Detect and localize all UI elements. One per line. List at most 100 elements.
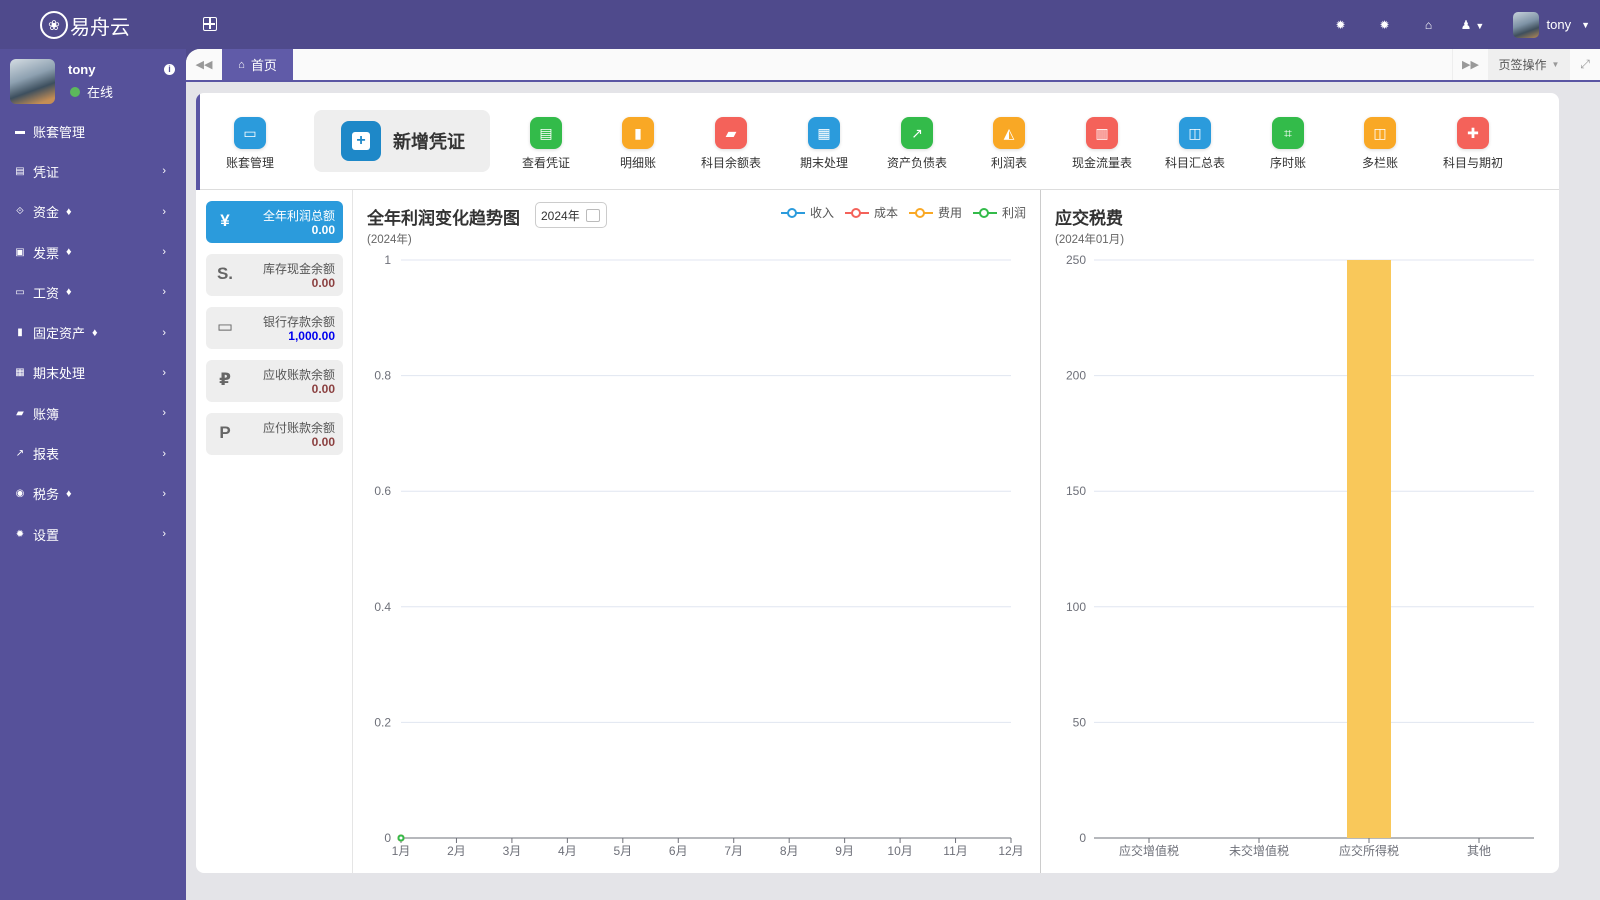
accent-bar — [196, 93, 200, 190]
y-tick-label: 0 — [384, 831, 391, 845]
x-tick-label: 1月 — [392, 844, 411, 858]
chevron-right-icon: › — [162, 407, 166, 420]
info-icon[interactable]: i — [164, 64, 175, 75]
x-tick-label: 应交增值税 — [1119, 843, 1179, 858]
user-name: tony — [68, 62, 96, 77]
area-chart-icon: ◭ — [993, 117, 1025, 149]
x-tick-label: 6月 — [669, 844, 688, 858]
logo[interactable]: ❀ 易舟云 — [40, 10, 130, 40]
columns-icon: ◫ — [1179, 117, 1211, 149]
sidebar-item[interactable]: ▤ 凭证 › — [0, 151, 186, 191]
quick-action[interactable]: ▮ 明细账 — [592, 117, 684, 171]
gem-icon: ♦ — [66, 246, 72, 259]
toggle-layout-icon[interactable] — [203, 17, 217, 31]
bug-icon[interactable]: ✹ — [1319, 18, 1363, 32]
y-tick-label: 0.8 — [374, 369, 391, 383]
quick-action[interactable]: ▤ 查看凭证 — [500, 117, 592, 171]
plus-icon: + — [341, 121, 381, 161]
sidebar-item-label: 凭证 — [33, 164, 60, 180]
sidebar-item[interactable]: ▣ 发票 ♦ › — [0, 232, 186, 272]
chevron-right-icon: › — [162, 205, 166, 218]
bookmark-icon: ▮ — [622, 117, 654, 149]
credit-card-icon: ▭ — [15, 286, 25, 298]
quick-action[interactable]: ⌗ 序时账 — [1242, 117, 1334, 171]
legend-item[interactable]: 费用 — [909, 204, 962, 221]
sidebar-item[interactable]: ⟐ 资金 ♦ › — [0, 192, 186, 232]
stat-card[interactable]: ¥ 全年利润总额 0.00 — [206, 201, 343, 243]
profit-chart-title: 全年利润变化趋势图 — [367, 209, 520, 228]
tab-home[interactable]: ⌂ 首页 — [222, 49, 293, 80]
sidebar-item[interactable]: ◉ 税务 ♦ › — [0, 474, 186, 514]
tax-bar-chart: 0 50 100 150 200 250 应交增值税 未交增值税 应交所得税 其他 — [1066, 253, 1534, 858]
chevron-right-icon: › — [162, 487, 166, 500]
y-tick-label: 200 — [1066, 369, 1086, 383]
tab-operations-dropdown[interactable]: 页签操作 ▼ — [1488, 49, 1570, 80]
sidebar-item[interactable]: ↗ 报表 › — [0, 433, 186, 473]
user-status: 在线 — [70, 82, 113, 101]
ruble-icon: ₽ — [219, 370, 231, 389]
logo-icon: ❀ — [40, 11, 68, 39]
columns-icon: ◫ — [1364, 117, 1396, 149]
bar-chart-icon: ▥ — [1086, 117, 1118, 149]
quick-action[interactable]: ▰ 科目余额表 — [685, 117, 777, 171]
sidebar-item[interactable]: ✹ 设置 › — [0, 514, 186, 554]
sidebar-item[interactable]: ▰ 账簿 › — [0, 393, 186, 433]
stat-card[interactable]: S. 库存现金余额 0.00 — [206, 254, 343, 296]
puzzle-icon: ✚ — [1457, 117, 1489, 149]
quick-action[interactable]: ✚ 科目与期初 — [1427, 117, 1519, 171]
quick-actions-bar: + 新增凭证 ▭ 账套管理 ▤ 查看凭证 ▮ 明细账 ▰ 科目余额表 ▦ 期末处理 ↗ 资产负债表 ◭ 利… — [196, 93, 1559, 190]
fullscreen-icon[interactable]: ⤢ — [1570, 49, 1600, 80]
user-menu[interactable]: tony ▼ — [1512, 11, 1590, 38]
year-picker[interactable]: 2024年 — [535, 202, 607, 228]
avatar — [1512, 11, 1539, 38]
sidebar-item-label: 资金 — [33, 205, 60, 221]
main-content: ◀◀ ⌂ 首页 ▶▶ 页签操作 ▼ ⤢ + 新增凭证 ▭ 账套管理 ▤ 查看凭证 ▮ 明细账 ▰… — [186, 49, 1600, 900]
chart-legend: 收入 成本 费用 利润 — [781, 204, 1037, 221]
yen-icon: ¥ — [220, 211, 230, 230]
home-icon[interactable]: ⌂ — [1407, 18, 1451, 32]
y-tick-label: 0.2 — [374, 715, 391, 729]
archive-icon: ▬ — [15, 125, 25, 137]
link-icon: ⟐ — [16, 206, 24, 218]
stat-card[interactable]: ₽ 应收账款余额 0.00 — [206, 360, 343, 402]
new-voucher-button[interactable]: + 新增凭证 — [314, 110, 490, 172]
sidebar-item[interactable]: ▦ 期末处理 › — [0, 353, 186, 393]
user-menu-icon[interactable]: ♟ ▼ — [1451, 18, 1495, 32]
bug-icon[interactable]: ✹ — [1363, 18, 1407, 32]
newspaper-icon: ▤ — [530, 117, 562, 149]
stats-list: ¥ 全年利润总额 0.00 S. 库存现金余额 0.00 ▭ 银行存款余额 1,000.00 ₽ 应… — [206, 201, 343, 466]
y-tick-label: 50 — [1073, 715, 1087, 729]
stat-card[interactable]: ▭ 银行存款余额 1,000.00 — [206, 307, 343, 349]
bar-应交所得税 — [1347, 260, 1391, 838]
quick-action[interactable]: ↗ 资产负债表 — [871, 117, 963, 171]
tax-chart-title: 应交税费 — [1055, 209, 1123, 228]
legend-item[interactable]: 利润 — [973, 204, 1026, 221]
chevron-right-icon: › — [162, 528, 166, 541]
profit-line-chart: 00.20.40.60.811月 2月 3月 4月 5月 6月 7月 8月 9月 10月 11月 12… — [374, 253, 1023, 858]
x-tick-label: 11月 — [943, 844, 967, 858]
quick-action[interactable]: ▭ 账套管理 — [204, 117, 296, 171]
legend-marker — [909, 207, 934, 218]
legend-item[interactable]: 收入 — [781, 204, 834, 221]
avatar — [10, 59, 55, 104]
quick-action[interactable]: ◭ 利润表 — [963, 117, 1055, 171]
quick-action[interactable]: ▥ 现金流量表 — [1056, 117, 1148, 171]
tab-scroll-left-button[interactable]: ◀◀ — [186, 49, 222, 80]
sidebar-item[interactable]: ▮ 固定资产 ♦ › — [0, 312, 186, 352]
line-chart-icon: ↗ — [901, 117, 933, 149]
calendar-icon — [585, 208, 600, 222]
quick-action[interactable]: ▦ 期末处理 — [778, 117, 870, 171]
quick-action[interactable]: ◫ 多栏账 — [1334, 117, 1426, 171]
tab-scroll-right-button[interactable]: ▶▶ — [1452, 49, 1488, 80]
quick-action[interactable]: ◫ 科目汇总表 — [1149, 117, 1241, 171]
y-tick-label: 150 — [1066, 484, 1086, 498]
x-tick-label: 12月 — [998, 844, 1023, 858]
stat-card[interactable]: P 应付账款余额 0.00 — [206, 413, 343, 455]
sidebar-item[interactable]: ▭ 工资 ♦ › — [0, 272, 186, 312]
credit-card-icon: ▭ — [216, 317, 234, 336]
sidebar-item[interactable]: ▬ 账套管理 — [0, 111, 186, 151]
sidebar-item-label: 税务 — [33, 487, 60, 503]
legend-item[interactable]: 成本 — [845, 204, 898, 221]
x-tick-label: 未交增值税 — [1229, 843, 1289, 858]
sidebar-item-label: 工资 — [33, 285, 60, 301]
